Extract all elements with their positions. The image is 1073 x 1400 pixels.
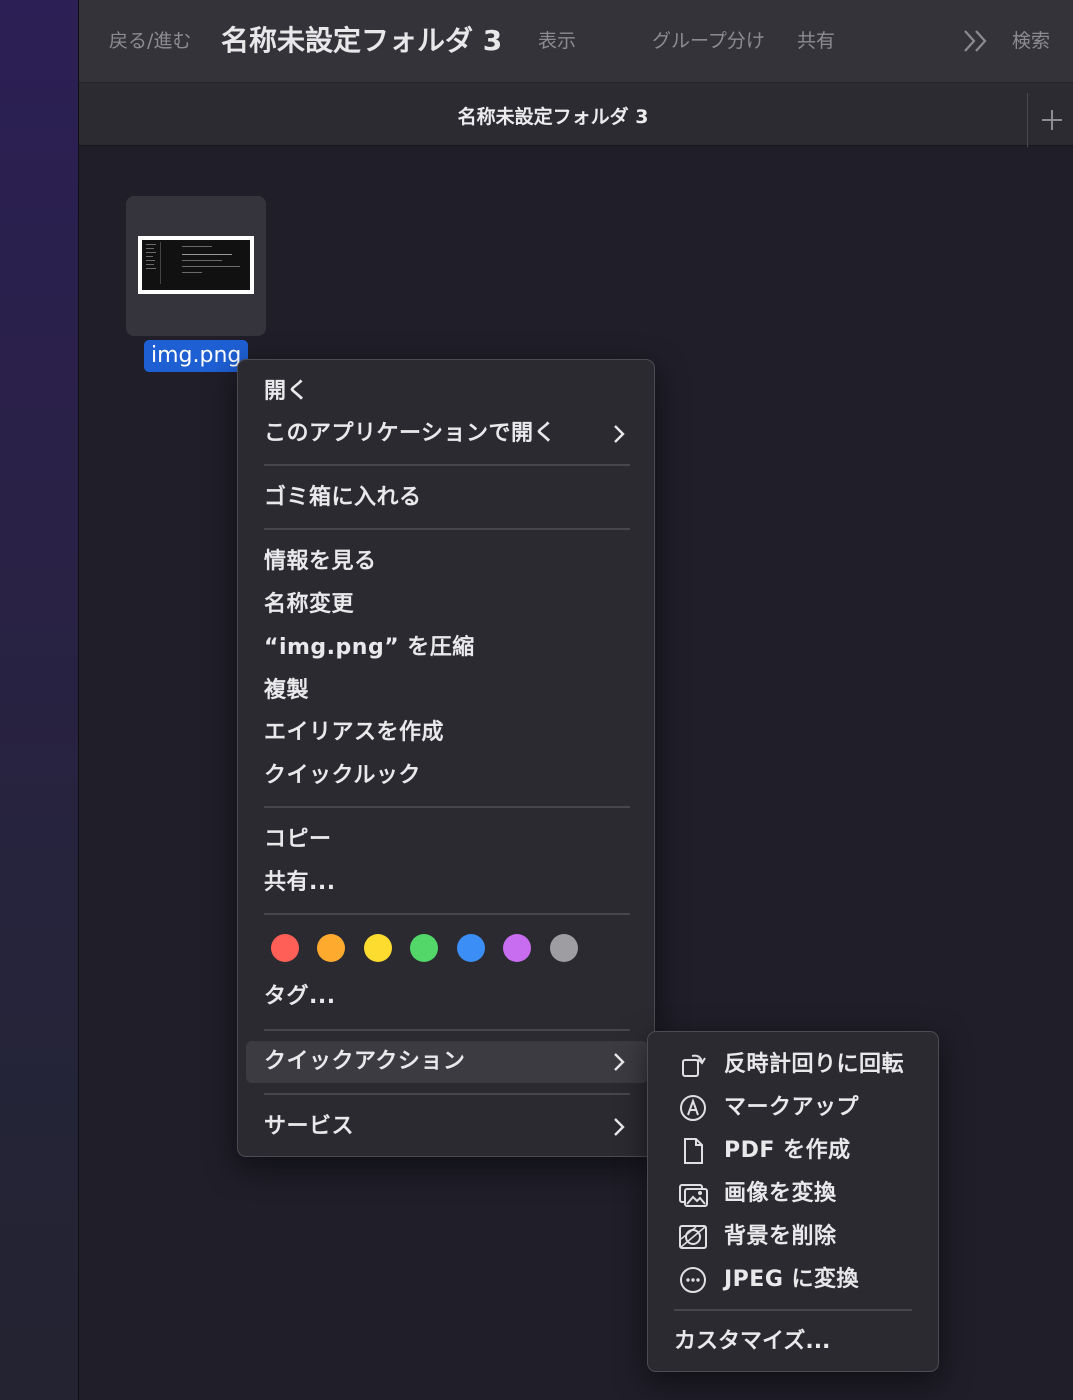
menu-item-quick-actions[interactable]: クイックアクション xyxy=(264,1047,465,1077)
image-thumbnail xyxy=(138,236,254,294)
chevron-right-icon xyxy=(614,425,625,443)
document-icon xyxy=(684,1138,703,1164)
submenu-item-convert-jpeg[interactable]: JPEG に変換 xyxy=(724,1265,859,1295)
search-button[interactable]: 検索 xyxy=(1012,28,1050,54)
tag-gray-dot[interactable] xyxy=(550,934,578,962)
plus-icon[interactable] xyxy=(1027,93,1073,147)
tag-purple-dot[interactable] xyxy=(503,934,531,962)
submenu-item-convert-image[interactable]: 画像を変換 xyxy=(724,1179,837,1209)
menu-item-make-alias[interactable]: エイリアスを作成 xyxy=(264,718,444,748)
menu-separator xyxy=(264,1029,630,1031)
menu-separator xyxy=(674,1309,912,1311)
tag-yellow-dot[interactable] xyxy=(364,934,392,962)
chevron-right-icon xyxy=(614,1118,625,1136)
desktop-background-strip xyxy=(0,0,79,1400)
menu-item-quick-look[interactable]: クイックルック xyxy=(264,761,421,791)
menu-item-get-info[interactable]: 情報を見る xyxy=(264,547,377,577)
tab-bar: 名称未設定フォルダ 3 xyxy=(79,82,1073,147)
finder-window: 戻る/進む 名称未設定フォルダ 3 表示 グループ分け 共有 検索 名称未設定フ… xyxy=(79,0,1073,1400)
menu-item-move-to-trash[interactable]: ゴミ箱に入れる xyxy=(264,483,422,513)
share-button[interactable]: 共有 xyxy=(797,28,835,54)
quick-actions-submenu: 反時計回りに回転 マークアップ PDF を作成 画像を変換 背景を削除 JPEG… xyxy=(647,1031,939,1372)
submenu-item-markup[interactable]: マークアップ xyxy=(724,1093,859,1123)
file-icon-tile[interactable] xyxy=(126,196,266,336)
markup-icon xyxy=(680,1095,706,1121)
submenu-item-rotate-left[interactable]: 反時計回りに回転 xyxy=(724,1050,904,1080)
toolbar: 戻る/進む 名称未設定フォルダ 3 表示 グループ分け 共有 検索 xyxy=(79,0,1073,82)
submenu-item-customize[interactable]: カスタマイズ... xyxy=(674,1327,830,1357)
file-name-label[interactable]: img.png xyxy=(144,340,249,372)
photo-stack-icon xyxy=(679,1184,708,1207)
chevron-double-right-icon[interactable] xyxy=(961,28,991,54)
view-button[interactable]: 表示 xyxy=(538,28,576,54)
menu-item-copy[interactable]: コピー xyxy=(264,825,332,855)
tag-blue-dot[interactable] xyxy=(457,934,485,962)
tag-green-dot[interactable] xyxy=(410,934,438,962)
menu-item-duplicate[interactable]: 複製 xyxy=(264,676,309,706)
menu-item-open-with[interactable]: このアプリケーションで開く xyxy=(264,419,556,449)
window-title: 名称未設定フォルダ 3 xyxy=(221,24,503,57)
tag-red-dot[interactable] xyxy=(271,934,299,962)
chevron-right-icon xyxy=(614,1053,625,1071)
menu-separator xyxy=(264,528,630,530)
menu-separator xyxy=(264,464,630,466)
menu-item-open[interactable]: 開く xyxy=(264,377,309,407)
back-forward-button[interactable]: 戻る/進む xyxy=(109,28,191,54)
submenu-item-remove-background[interactable]: 背景を削除 xyxy=(724,1222,837,1252)
ellipsis-circle-icon xyxy=(680,1267,706,1293)
group-button[interactable]: グループ分け xyxy=(652,28,765,54)
menu-separator xyxy=(264,806,630,808)
submenu-item-create-pdf[interactable]: PDF を作成 xyxy=(724,1136,851,1166)
rotate-left-icon xyxy=(682,1054,706,1077)
tab-current-folder[interactable]: 名称未設定フォルダ 3 xyxy=(79,105,1027,129)
menu-separator xyxy=(264,1093,630,1095)
menu-item-services[interactable]: サービス xyxy=(264,1112,354,1142)
tag-orange-dot[interactable] xyxy=(317,934,345,962)
remove-background-icon xyxy=(679,1225,707,1249)
menu-item-rename[interactable]: 名称変更 xyxy=(264,590,354,620)
menu-separator xyxy=(264,913,630,915)
menu-item-share[interactable]: 共有... xyxy=(264,868,336,898)
menu-item-tags[interactable]: タグ... xyxy=(264,982,336,1012)
context-menu: 開く このアプリケーションで開く ゴミ箱に入れる 情報を見る 名称変更 “img… xyxy=(237,359,655,1157)
menu-item-compress[interactable]: “img.png” を圧縮 xyxy=(264,633,475,663)
